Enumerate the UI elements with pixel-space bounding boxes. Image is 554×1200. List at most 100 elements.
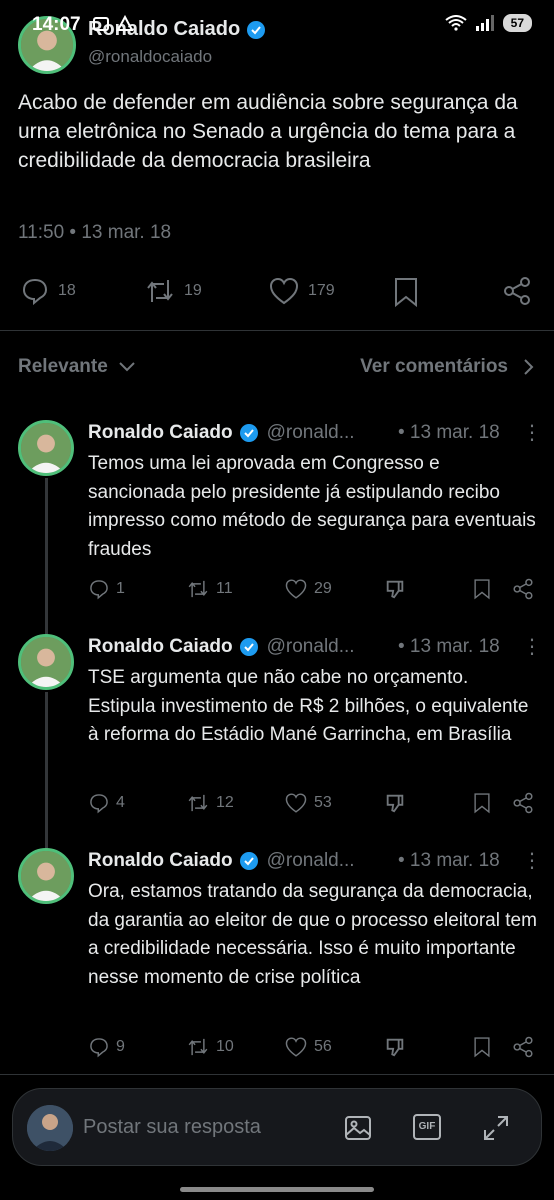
- downvote-button[interactable]: [384, 578, 406, 600]
- reply-avatar[interactable]: [18, 634, 74, 690]
- reply-actions: 1 11 29: [88, 578, 538, 602]
- bookmark-button[interactable]: [472, 578, 492, 600]
- bookmark-icon: [474, 793, 490, 814]
- expand-button[interactable]: [481, 1113, 511, 1148]
- reply-button[interactable]: 4: [88, 792, 125, 814]
- reply-date: • 13 mar. 18: [398, 636, 500, 657]
- share-button[interactable]: [512, 792, 534, 814]
- retweet-count: 19: [184, 282, 202, 299]
- tweet-text: Acabo de defender em audiência sobre seg…: [18, 91, 518, 172]
- bookmark-button[interactable]: [472, 792, 492, 814]
- sort-label: Relevante: [18, 356, 108, 377]
- reply-item[interactable]: Ronaldo Caiado @ronald... • 13 mar. 18 ⋮…: [0, 420, 554, 610]
- reply-header: Ronaldo Caiado @ronald... • 13 mar. 18: [88, 850, 538, 872]
- current-user-avatar: [27, 1105, 73, 1151]
- retweet-count: 12: [216, 794, 234, 811]
- person-avatar-icon: [27, 1105, 73, 1151]
- reply-date: • 13 mar. 18: [398, 850, 500, 871]
- reply-actions: 9 10 56: [88, 1036, 538, 1060]
- more-options-icon[interactable]: ⋮: [522, 634, 542, 659]
- retweet-icon: [147, 280, 173, 302]
- status-time: 14:07: [32, 14, 81, 35]
- screen-record-icon: [93, 17, 109, 31]
- view-comments-link[interactable]: Ver comentários: [360, 356, 534, 378]
- reply-count: 4: [116, 794, 125, 811]
- share-button[interactable]: [502, 276, 532, 306]
- view-comments-label: Ver comentários: [360, 356, 508, 377]
- divider: [0, 1074, 554, 1075]
- reply-header: Ronaldo Caiado @ronald... • 13 mar. 18: [88, 636, 538, 658]
- like-count: 29: [314, 580, 332, 597]
- heart-icon: [285, 1037, 307, 1057]
- like-button[interactable]: 179: [268, 276, 335, 306]
- like-button[interactable]: 29: [284, 578, 332, 600]
- reply-actions: 4 12 53: [88, 792, 538, 816]
- heart-icon: [269, 277, 299, 305]
- status-bar: 14:07 57: [0, 0, 554, 48]
- share-icon: [513, 1036, 533, 1058]
- reply-avatar[interactable]: [18, 848, 74, 904]
- image-button[interactable]: [343, 1113, 373, 1148]
- reply-icon: [90, 580, 108, 600]
- reply-button[interactable]: 1: [88, 578, 125, 600]
- like-button[interactable]: 56: [284, 1036, 332, 1058]
- reply-header: Ronaldo Caiado @ronald... • 13 mar. 18: [88, 422, 538, 444]
- retweet-button[interactable]: 12: [186, 792, 234, 814]
- tweet-actions: 18 19 179: [20, 272, 534, 312]
- reply-button[interactable]: 18: [20, 276, 76, 306]
- status-right: 57: [445, 14, 532, 32]
- share-button[interactable]: [512, 578, 534, 600]
- reply-text: TSE argumenta que não cabe no orçamento.…: [88, 667, 529, 746]
- reply-icon: [90, 794, 108, 814]
- thumbs-down-icon: [386, 1038, 404, 1057]
- bookmark-button[interactable]: [392, 276, 420, 308]
- retweet-button[interactable]: 11: [186, 578, 233, 600]
- verified-badge-icon: [239, 852, 258, 870]
- more-options-icon[interactable]: ⋮: [522, 848, 542, 873]
- reply-author[interactable]: Ronaldo Caiado: [88, 636, 233, 658]
- heart-icon: [285, 579, 307, 599]
- status-notification-icons: [92, 15, 134, 33]
- retweet-button[interactable]: 19: [144, 276, 202, 306]
- heart-icon: [285, 793, 307, 813]
- share-button[interactable]: [512, 1036, 534, 1058]
- like-count: 56: [314, 1038, 332, 1055]
- reply-count: 1: [116, 580, 125, 597]
- sort-relevance-dropdown[interactable]: Relevante: [18, 356, 136, 378]
- bookmark-icon: [474, 1037, 490, 1058]
- retweet-button[interactable]: 10: [186, 1036, 234, 1058]
- expand-icon: [484, 1116, 508, 1140]
- more-options-icon[interactable]: ⋮: [522, 420, 542, 445]
- thumbs-down-icon: [386, 580, 404, 599]
- retweet-count: 11: [216, 580, 233, 597]
- reply-handle: @ronald...: [266, 422, 355, 443]
- reply-input[interactable]: Postar sua resposta: [83, 1116, 261, 1139]
- signal-icon: [475, 15, 494, 31]
- reply-count: 18: [58, 282, 76, 299]
- downvote-button[interactable]: [384, 792, 406, 814]
- share-icon: [504, 277, 530, 305]
- chevron-down-icon: [119, 362, 135, 372]
- downvote-button[interactable]: [384, 1036, 406, 1058]
- reply-text: Temos uma lei aprovada em Congresso e sa…: [88, 453, 536, 560]
- verified-badge-icon: [239, 424, 258, 442]
- reply-item[interactable]: Ronaldo Caiado @ronald... • 13 mar. 18 ⋮…: [0, 634, 554, 824]
- retweet-icon: [188, 794, 208, 812]
- reply-avatar[interactable]: [18, 420, 74, 476]
- reply-author[interactable]: Ronaldo Caiado: [88, 422, 233, 444]
- bookmark-button[interactable]: [472, 1036, 492, 1058]
- battery-indicator: 57: [502, 14, 532, 32]
- reply-item[interactable]: Ronaldo Caiado @ronald... • 13 mar. 18 ⋮…: [0, 848, 554, 1068]
- reply-author[interactable]: Ronaldo Caiado: [88, 850, 233, 872]
- image-icon: [345, 1116, 371, 1140]
- reply-count: 9: [116, 1038, 125, 1055]
- like-button[interactable]: 53: [284, 792, 332, 814]
- reply-composer: Postar sua resposta GIF: [12, 1088, 542, 1166]
- reply-button[interactable]: 9: [88, 1036, 125, 1058]
- reply-icon: [22, 278, 48, 306]
- gif-button[interactable]: GIF: [413, 1114, 441, 1140]
- reply-text: Ora, estamos tratando da segurança da de…: [88, 881, 537, 988]
- share-icon: [513, 792, 533, 814]
- reply-handle: @ronald...: [266, 850, 355, 871]
- home-indicator[interactable]: [180, 1187, 374, 1192]
